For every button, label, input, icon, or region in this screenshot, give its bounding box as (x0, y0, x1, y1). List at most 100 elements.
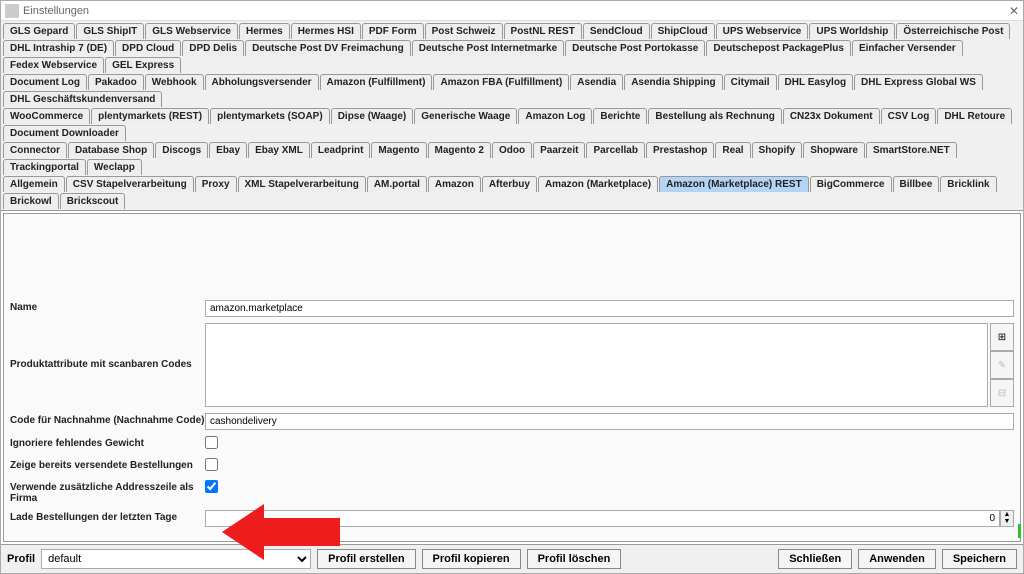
profile-select[interactable]: default (41, 549, 311, 569)
tab-document-log[interactable]: Document Log (3, 74, 87, 90)
tab-amazon-marketplace-[interactable]: Amazon (Marketplace) (538, 176, 658, 192)
tab-postnl-rest[interactable]: PostNL REST (504, 23, 582, 39)
tab-document-downloader[interactable]: Document Downloader (3, 125, 126, 141)
tab-deutsche-post-portokasse[interactable]: Deutsche Post Portokasse (565, 40, 705, 56)
tab-magento-2[interactable]: Magento 2 (428, 142, 491, 158)
tab-ups-webservice[interactable]: UPS Webservice (716, 23, 809, 39)
tab-plentymarkets-rest-[interactable]: plentymarkets (REST) (91, 108, 209, 124)
tab-connector[interactable]: Connector (3, 142, 67, 158)
tab-bestellung-als-rechnung[interactable]: Bestellung als Rechnung (648, 108, 781, 124)
tab-amazon[interactable]: Amazon (428, 176, 481, 192)
tab-ebay-xml[interactable]: Ebay XML (248, 142, 310, 158)
tab-generische-waage[interactable]: Generische Waage (414, 108, 517, 124)
tab-asendia[interactable]: Asendia (570, 74, 623, 90)
load-days-input[interactable] (205, 510, 1000, 527)
edit-attr-button[interactable]: ✎ (990, 351, 1014, 379)
save-button[interactable]: Speichern (942, 549, 1017, 569)
tab-deutsche-post-dv-freimachung[interactable]: Deutsche Post DV Freimachung (245, 40, 411, 56)
tab-dhl-retoure[interactable]: DHL Retoure (937, 108, 1012, 124)
tab-amazon-log[interactable]: Amazon Log (518, 108, 592, 124)
tab-dhl-gesch-ftskundenversand[interactable]: DHL Geschäftskundenversand (3, 91, 162, 107)
product-attrs-textarea[interactable] (205, 323, 988, 407)
ignore-weight-checkbox[interactable] (205, 436, 218, 449)
tab-asendia-shipping[interactable]: Asendia Shipping (624, 74, 722, 90)
tab-sendcloud[interactable]: SendCloud (583, 23, 650, 39)
tab-bigcommerce[interactable]: BigCommerce (810, 176, 892, 192)
tab-einfacher-versender[interactable]: Einfacher Versender (852, 40, 963, 56)
tab-dipse-waage-[interactable]: Dipse (Waage) (331, 108, 414, 124)
tab-brickowl[interactable]: Brickowl (3, 193, 59, 209)
show-sent-checkbox[interactable] (205, 458, 218, 471)
tab-abholungsversender[interactable]: Abholungsversender (205, 74, 319, 90)
close-button[interactable]: Schließen (778, 549, 852, 569)
del-attr-button[interactable]: ⊟ (990, 379, 1014, 407)
tab-woocommerce[interactable]: WooCommerce (3, 108, 90, 124)
tab-discogs[interactable]: Discogs (155, 142, 208, 158)
profile-create-button[interactable]: Profil erstellen (317, 549, 415, 569)
tab-gel-express[interactable]: GEL Express (105, 57, 181, 73)
tab-dpd-delis[interactable]: DPD Delis (182, 40, 244, 56)
apply-button[interactable]: Anwenden (858, 549, 936, 569)
tab-parcellab[interactable]: Parcellab (586, 142, 644, 158)
load-days-spinner[interactable]: ▲▼ (1000, 510, 1014, 527)
tab-pakadoo[interactable]: Pakadoo (88, 74, 144, 90)
tab-bricklink[interactable]: Bricklink (940, 176, 996, 192)
tab-real[interactable]: Real (715, 142, 750, 158)
tab-database-shop[interactable]: Database Shop (68, 142, 154, 158)
tab-citymail[interactable]: Citymail (724, 74, 777, 90)
cod-code-input[interactable] (205, 413, 1014, 430)
tab-shopify[interactable]: Shopify (752, 142, 803, 158)
tab-post-schweiz[interactable]: Post Schweiz (425, 23, 503, 39)
tab-shopware[interactable]: Shopware (803, 142, 865, 158)
tab-hermes-hsi[interactable]: Hermes HSI (291, 23, 361, 39)
tab-ebay[interactable]: Ebay (209, 142, 247, 158)
profile-copy-button[interactable]: Profil kopieren (422, 549, 521, 569)
tab-pdf-form[interactable]: PDF Form (362, 23, 424, 39)
tab-smartstore-net[interactable]: SmartStore.NET (866, 142, 957, 158)
tab-gls-gepard[interactable]: GLS Gepard (3, 23, 75, 39)
tab-billbee[interactable]: Billbee (893, 176, 940, 192)
close-icon[interactable]: ✕ (1009, 4, 1019, 18)
tab-ups-worldship[interactable]: UPS Worldship (809, 23, 895, 39)
tab-weclapp[interactable]: Weclapp (87, 159, 142, 175)
tab-xml-stapelverarbeitung[interactable]: XML Stapelverarbeitung (238, 176, 366, 192)
tab-brickscout[interactable]: Brickscout (60, 193, 126, 209)
add-attr-button[interactable]: ⊞ (990, 323, 1014, 351)
tab-am-portal[interactable]: AM.portal (367, 176, 427, 192)
tab-amazon-fba-fulfillment-[interactable]: Amazon FBA (Fulfillment) (433, 74, 569, 90)
tab-shipcloud[interactable]: ShipCloud (651, 23, 715, 39)
tab-dhl-easylog[interactable]: DHL Easylog (778, 74, 854, 90)
tab-trackingportal[interactable]: Trackingportal (3, 159, 86, 175)
window-title: Einstellungen (23, 5, 1009, 17)
tab-gls-shipit[interactable]: GLS ShipIT (76, 23, 144, 39)
tab-proxy[interactable]: Proxy (195, 176, 237, 192)
tab-deutschepost-packageplus[interactable]: Deutschepost PackagePlus (706, 40, 851, 56)
tab-amazon-fulfillment-[interactable]: Amazon (Fulfillment) (320, 74, 433, 90)
tab-fedex-webservice[interactable]: Fedex Webservice (3, 57, 104, 73)
label-extra-addr: Verwende zusätzliche Addresszeile als Fi… (10, 480, 205, 504)
tab-dhl-intraship-7-de-[interactable]: DHL Intraship 7 (DE) (3, 40, 114, 56)
tab-gls-webservice[interactable]: GLS Webservice (145, 23, 238, 39)
tab-deutsche-post-internetmarke[interactable]: Deutsche Post Internetmarke (412, 40, 564, 56)
tab-cn23x-dokument[interactable]: CN23x Dokument (783, 108, 880, 124)
tab-dhl-express-global-ws[interactable]: DHL Express Global WS (854, 74, 983, 90)
profile-delete-button[interactable]: Profil löschen (527, 549, 622, 569)
tab-afterbuy[interactable]: Afterbuy (482, 176, 537, 192)
tab-magento[interactable]: Magento (371, 142, 426, 158)
tab-plentymarkets-soap-[interactable]: plentymarkets (SOAP) (210, 108, 330, 124)
tab-berichte[interactable]: Berichte (593, 108, 647, 124)
extra-addr-checkbox[interactable] (205, 480, 218, 493)
tab-amazon-marketplace-rest[interactable]: Amazon (Marketplace) REST (659, 176, 809, 192)
tab-paarzeit[interactable]: Paarzeit (533, 142, 585, 158)
tab-hermes[interactable]: Hermes (239, 23, 290, 39)
tab-webhook[interactable]: Webhook (145, 74, 204, 90)
tab--sterreichische-post[interactable]: Österreichische Post (896, 23, 1010, 39)
tab-allgemein[interactable]: Allgemein (3, 176, 65, 192)
tab-odoo[interactable]: Odoo (492, 142, 532, 158)
tab-csv-stapelverarbeitung[interactable]: CSV Stapelverarbeitung (66, 176, 194, 192)
tab-csv-log[interactable]: CSV Log (881, 108, 937, 124)
tab-prestashop[interactable]: Prestashop (646, 142, 714, 158)
tab-leadprint[interactable]: Leadprint (311, 142, 371, 158)
name-input[interactable] (205, 300, 1014, 317)
tab-dpd-cloud[interactable]: DPD Cloud (115, 40, 181, 56)
